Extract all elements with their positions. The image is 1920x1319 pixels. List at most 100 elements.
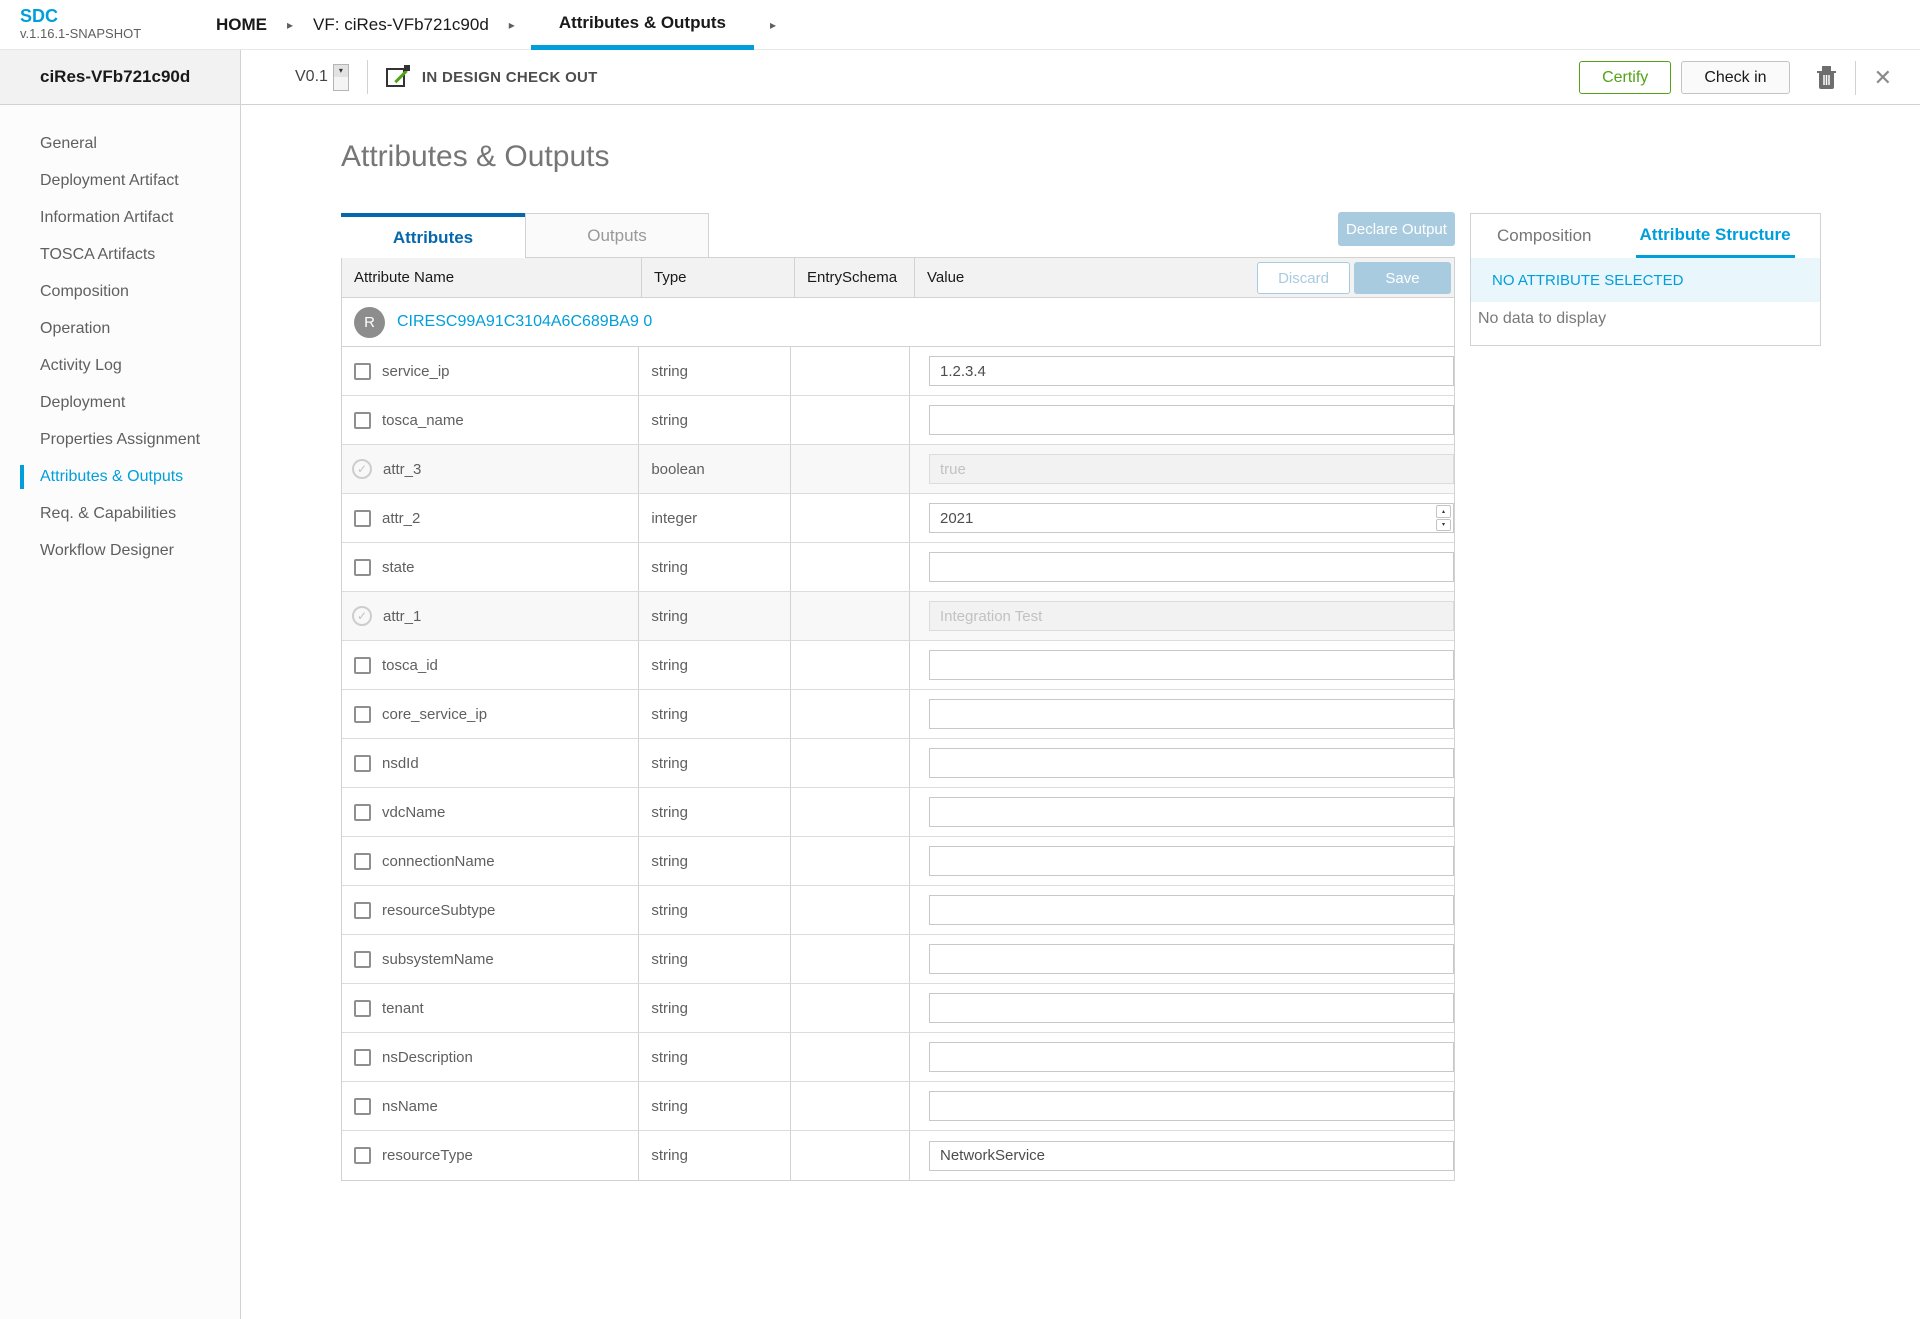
attribute-row[interactable]: subsystemNamestring <box>342 935 1454 984</box>
attribute-value-input[interactable] <box>929 503 1454 533</box>
attribute-name: attr_2 <box>382 510 420 527</box>
attribute-value-input[interactable] <box>929 748 1454 778</box>
attribute-value-input[interactable] <box>929 650 1454 680</box>
attribute-entryschema <box>791 1131 910 1180</box>
version-select[interactable]: ▾ <box>333 64 349 91</box>
attribute-checkbox[interactable] <box>354 1147 371 1164</box>
attribute-row[interactable]: ✓attr_1string <box>342 592 1454 641</box>
breadcrumb-home[interactable]: HOME <box>212 0 271 50</box>
attribute-row[interactable]: nsDescription string <box>342 1033 1454 1082</box>
instance-group-link[interactable]: CIRESC99A91C3104A6C689BA9 0 <box>397 313 652 331</box>
attribute-checkbox[interactable] <box>354 755 371 772</box>
attribute-row[interactable]: tenantstring <box>342 984 1454 1033</box>
sidebar-item-deployment[interactable]: Deployment <box>0 384 240 421</box>
attribute-checkbox[interactable] <box>354 1098 371 1115</box>
sidebar-item-information-artifact[interactable]: Information Artifact <box>0 199 240 236</box>
attribute-row[interactable]: resourceSubtypestring <box>342 886 1454 935</box>
save-button[interactable]: Save <box>1354 262 1451 294</box>
breadcrumb-attributes-outputs[interactable]: Attributes & Outputs <box>531 0 754 50</box>
attribute-value-input[interactable] <box>929 895 1454 925</box>
attribute-checkbox[interactable] <box>354 902 371 919</box>
attribute-type: string <box>651 755 688 772</box>
attribute-row[interactable]: connectionNamestring <box>342 837 1454 886</box>
empty-message: No data to display <box>1471 302 1820 345</box>
sidebar-item-properties-assignment[interactable]: Properties Assignment <box>0 421 240 458</box>
attribute-row[interactable]: tosca_idstring <box>342 641 1454 690</box>
attribute-checkbox[interactable] <box>354 559 371 576</box>
sidebar-item-operation[interactable]: Operation <box>0 310 240 347</box>
attribute-row[interactable]: service_ipstring <box>342 347 1454 396</box>
sidebar-item-composition[interactable]: Composition <box>0 273 240 310</box>
attribute-value-input[interactable] <box>929 552 1454 582</box>
close-icon: ✕ <box>1874 65 1892 91</box>
attribute-type: string <box>651 608 688 625</box>
close-button[interactable]: ✕ <box>1874 65 1892 91</box>
attribute-value-input[interactable] <box>929 699 1454 729</box>
attribute-value-input[interactable] <box>929 1042 1454 1072</box>
tab-attributes[interactable]: Attributes <box>341 213 525 258</box>
attribute-checkbox[interactable] <box>354 1049 371 1066</box>
sidebar-item-workflow-designer[interactable]: Workflow Designer <box>0 532 240 569</box>
column-header-value: Value Discard Save <box>915 258 1454 297</box>
attribute-row[interactable]: nsNamestring <box>342 1082 1454 1131</box>
breadcrumb-arrow-icon: ▸ <box>770 18 776 32</box>
tab-outputs[interactable]: Outputs <box>525 213 709 258</box>
declared-check-icon: ✓ <box>352 459 372 479</box>
attribute-name: nsDescription <box>382 1049 473 1066</box>
sidebar-item-tosca-artifacts[interactable]: TOSCA Artifacts <box>0 236 240 273</box>
attribute-name: connectionName <box>382 853 495 870</box>
attribute-checkbox[interactable] <box>354 1000 371 1017</box>
main-content: Attributes & Outputs Attributes Outputs … <box>242 105 1920 1319</box>
tab-attribute-structure[interactable]: Attribute Structure <box>1636 214 1795 258</box>
attribute-row[interactable]: vdcNamestring <box>342 788 1454 837</box>
attribute-value-input[interactable] <box>929 356 1454 386</box>
attribute-row[interactable]: ✓attr_3boolean <box>342 445 1454 494</box>
number-spinner[interactable]: ▴▾ <box>1436 505 1451 531</box>
attribute-value-input[interactable] <box>929 405 1454 435</box>
attribute-row[interactable]: statestring <box>342 543 1454 592</box>
attribute-value-input[interactable] <box>929 1091 1454 1121</box>
attribute-type: string <box>651 1049 688 1066</box>
attribute-row[interactable]: tosca_namestring <box>342 396 1454 445</box>
entity-name-header: ciRes-VFb721c90d <box>0 50 241 105</box>
delete-button[interactable] <box>1816 66 1837 90</box>
column-header-entryschema: EntrySchema <box>795 258 915 297</box>
breadcrumb-vf[interactable]: VF: ciRes-VFb721c90d <box>309 0 493 50</box>
attribute-entryschema <box>791 494 910 542</box>
checkin-button[interactable]: Check in <box>1681 61 1789 94</box>
sidebar-item-req-capabilities[interactable]: Req. & Capabilities <box>0 495 240 532</box>
attributes-table: Attribute Name Type EntrySchema Value Di… <box>341 257 1455 1181</box>
attribute-row[interactable]: nsdIdstring <box>342 739 1454 788</box>
attribute-checkbox[interactable] <box>354 853 371 870</box>
declare-output-button[interactable]: Declare Output <box>1338 212 1455 246</box>
attribute-value-input[interactable] <box>929 993 1454 1023</box>
attribute-checkbox[interactable] <box>354 363 371 380</box>
attribute-type: string <box>651 1147 688 1164</box>
attribute-value-input[interactable] <box>929 1141 1454 1171</box>
breadcrumb-arrow-icon: ▸ <box>509 18 515 32</box>
spinner-up-icon[interactable]: ▴ <box>1436 505 1451 518</box>
sidebar-item-activity-log[interactable]: Activity Log <box>0 347 240 384</box>
sidebar-item-general[interactable]: General <box>0 125 240 162</box>
attribute-checkbox[interactable] <box>354 804 371 821</box>
attribute-checkbox[interactable] <box>354 657 371 674</box>
attribute-checkbox[interactable] <box>354 510 371 527</box>
attribute-checkbox[interactable] <box>354 951 371 968</box>
attribute-name: attr_1 <box>383 608 421 625</box>
attribute-checkbox[interactable] <box>354 412 371 429</box>
sidebar-item-deployment-artifact[interactable]: Deployment Artifact <box>0 162 240 199</box>
discard-button[interactable]: Discard <box>1257 262 1350 294</box>
sidebar-item-attributes-outputs[interactable]: Attributes & Outputs <box>0 458 240 495</box>
attribute-row[interactable]: resourceType string <box>342 1131 1454 1180</box>
certify-button[interactable]: Certify <box>1579 61 1671 94</box>
attribute-value-input <box>929 601 1454 631</box>
spinner-down-icon[interactable]: ▾ <box>1436 519 1451 532</box>
tab-composition[interactable]: Composition <box>1497 214 1592 258</box>
attribute-value-input[interactable] <box>929 797 1454 827</box>
attribute-row[interactable]: attr_2integer▴▾ <box>342 494 1454 543</box>
attribute-value-input[interactable] <box>929 944 1454 974</box>
attribute-name: resourceType <box>382 1147 473 1164</box>
attribute-value-input[interactable] <box>929 846 1454 876</box>
attribute-row[interactable]: core_service_ipstring <box>342 690 1454 739</box>
attribute-checkbox[interactable] <box>354 706 371 723</box>
